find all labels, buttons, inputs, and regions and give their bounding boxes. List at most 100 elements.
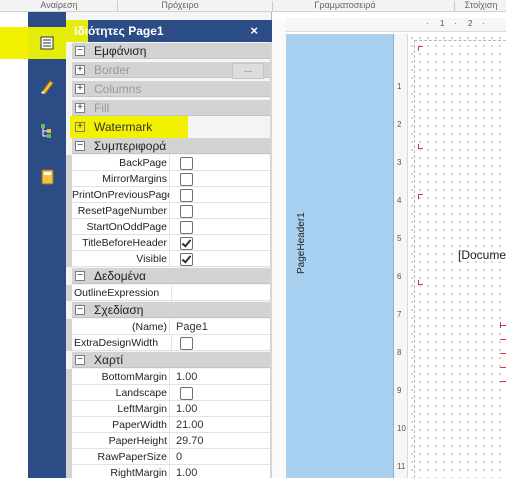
prop-row-titlebeforeheader[interactable]: TitleBeforeHeader <box>66 235 270 251</box>
prop-name: BackPage <box>72 155 170 171</box>
ruler-tick: 1 <box>397 82 402 91</box>
app-window: Αναίρεση Πρόχειρο Γραμματοσειρά Στοίχιση… <box>0 0 506 478</box>
band-label: PageHeader1 <box>296 212 307 274</box>
prop-name: ResetPageNumber <box>72 203 170 219</box>
prop-row-bottommargin[interactable]: BottomMargin 1.00 <box>66 369 270 385</box>
resetpagenumber-checkbox[interactable] <box>180 205 193 218</box>
prop-name: BottomMargin <box>72 369 170 385</box>
prop-name: MirrorMargins <box>72 171 170 187</box>
ruler-tick: 2 <box>397 120 402 129</box>
ruler-tick: 2 <box>468 19 473 28</box>
ruler-tick: 4 <box>397 196 402 205</box>
ruler-tick: 9 <box>397 386 402 395</box>
prop-row-leftmargin[interactable]: LeftMargin 1.00 <box>66 401 270 417</box>
vertical-ruler: 1 2 3 4 5 6 7 8 9 10 11 <box>394 34 408 478</box>
ribbon-group-clipboard: Πρόχειρο <box>161 0 199 10</box>
ribbon-group-labels: Αναίρεση Πρόχειρο Γραμματοσειρά Στοίχιση <box>0 0 506 12</box>
category-behavior[interactable]: − Συμπεριφορά <box>72 138 270 154</box>
prop-name: ExtraDesignWidth <box>72 335 172 351</box>
paperheight-value[interactable]: 29.70 <box>176 433 204 449</box>
ruler-tick: 8 <box>397 348 402 357</box>
category-label: Χαρτί <box>94 353 124 367</box>
backpage-checkbox[interactable] <box>180 157 193 170</box>
mirrormargins-checkbox[interactable] <box>180 173 193 186</box>
ribbon-group-undo: Αναίρεση <box>40 0 78 10</box>
component-corner-marker <box>418 144 423 149</box>
ruler-tick: · <box>482 19 485 28</box>
printonpreviouspage-checkbox[interactable] <box>180 189 193 202</box>
properties-icon[interactable] <box>38 34 56 52</box>
category-data[interactable]: − Δεδομένα <box>72 268 270 284</box>
ruler-tick: 5 <box>397 234 402 243</box>
prop-name: (Name) <box>72 319 170 335</box>
prop-name: StartOnOddPage <box>72 219 170 235</box>
resize-marker <box>500 381 506 382</box>
prop-row-landscape[interactable]: Landscape <box>66 385 270 401</box>
ruler-tick: 3 <box>397 158 402 167</box>
side-tool-strip <box>28 12 66 478</box>
prop-row-extradesignwidth[interactable]: ExtraDesignWidth <box>66 335 270 351</box>
prop-row-rawpapersize[interactable]: RawPaperSize 0 <box>66 449 270 465</box>
prop-row-paperheight[interactable]: PaperHeight 29.70 <box>66 433 270 449</box>
collapse-icon[interactable]: − <box>75 305 85 315</box>
prop-name: LeftMargin <box>72 401 170 417</box>
rightmargin-value[interactable]: 1.00 <box>176 465 197 478</box>
prop-row-resetpagenumber[interactable]: ResetPageNumber <box>66 203 270 219</box>
prop-name: Landscape <box>72 385 170 401</box>
ribbon-separator <box>117 1 118 11</box>
prop-row-outlineexpression[interactable]: OutlineExpression <box>66 285 270 301</box>
startonoddpage-checkbox[interactable] <box>180 221 193 234</box>
prop-row-visible[interactable]: Visible <box>66 251 270 267</box>
ruler-tick: · <box>454 19 457 28</box>
prop-row-backpage[interactable]: BackPage <box>66 155 270 171</box>
ruler-tick: · <box>426 19 429 28</box>
report-tree-icon[interactable] <box>38 122 56 140</box>
report-page[interactable]: [Docume <box>408 34 506 478</box>
prop-row-name[interactable]: (Name) Page1 <box>66 319 270 335</box>
collapse-icon[interactable]: − <box>75 355 85 365</box>
visible-checkbox[interactable] <box>180 253 193 266</box>
prop-name: TitleBeforeHeader <box>72 235 170 251</box>
report-design-surface: · 1 · 2 · PageHeader1 1 2 3 4 5 6 7 8 9 … <box>272 12 506 478</box>
ruler-tick: 6 <box>397 272 402 281</box>
category-label: Δεδομένα <box>94 269 146 283</box>
leftmargin-value[interactable]: 1.00 <box>176 401 197 417</box>
page-header-band[interactable]: PageHeader1 <box>286 34 394 478</box>
prop-row-paperwidth[interactable]: PaperWidth 21.00 <box>66 417 270 433</box>
document-text-component[interactable]: [Docume <box>458 248 506 262</box>
ruler-tick: 1 <box>440 19 445 28</box>
component-corner-marker <box>418 280 423 285</box>
ruler-tick: 10 <box>397 424 406 433</box>
prop-name: OutlineExpression <box>72 285 172 301</box>
prop-row-rightmargin[interactable]: RightMargin 1.00 <box>66 465 270 478</box>
landscape-checkbox[interactable] <box>180 387 193 400</box>
ribbon-separator <box>454 1 455 11</box>
component-corner-marker <box>418 194 423 199</box>
resize-marker <box>500 325 506 326</box>
extradesignwidth-checkbox[interactable] <box>180 337 193 350</box>
category-paper[interactable]: − Χαρτί <box>72 352 270 368</box>
ruler-tick: 7 <box>397 310 402 319</box>
ribbon-separator <box>272 1 273 11</box>
prop-row-startonoddpage[interactable]: StartOnOddPage <box>66 219 270 235</box>
name-value[interactable]: Page1 <box>176 319 208 335</box>
category-label: Συμπεριφορά <box>94 139 167 153</box>
paperwidth-value[interactable]: 21.00 <box>176 417 204 433</box>
rawpapersize-value[interactable]: 0 <box>176 449 182 465</box>
collapse-icon[interactable]: − <box>75 141 85 151</box>
ruler-tick: 11 <box>397 462 406 471</box>
titlebeforeheader-checkbox[interactable] <box>180 237 193 250</box>
prop-row-mirrormargins[interactable]: MirrorMargins <box>66 171 270 187</box>
properties-grid: − Συμπεριφορά BackPage MirrorMargins Pri… <box>66 12 272 478</box>
bottommargin-value[interactable]: 1.00 <box>176 369 197 385</box>
prop-name: Visible <box>72 251 170 267</box>
resize-marker <box>500 367 506 368</box>
dictionary-icon[interactable] <box>38 168 56 186</box>
horizontal-ruler: · 1 · 2 · <box>286 18 506 32</box>
collapse-icon[interactable]: − <box>75 271 85 281</box>
category-design[interactable]: − Σχεδίαση <box>72 302 270 318</box>
prop-name: PaperHeight <box>72 433 170 449</box>
resize-marker <box>500 339 506 340</box>
prop-row-printonpreviouspage[interactable]: PrintOnPreviousPage <box>66 187 270 203</box>
style-designer-icon[interactable] <box>38 78 56 96</box>
